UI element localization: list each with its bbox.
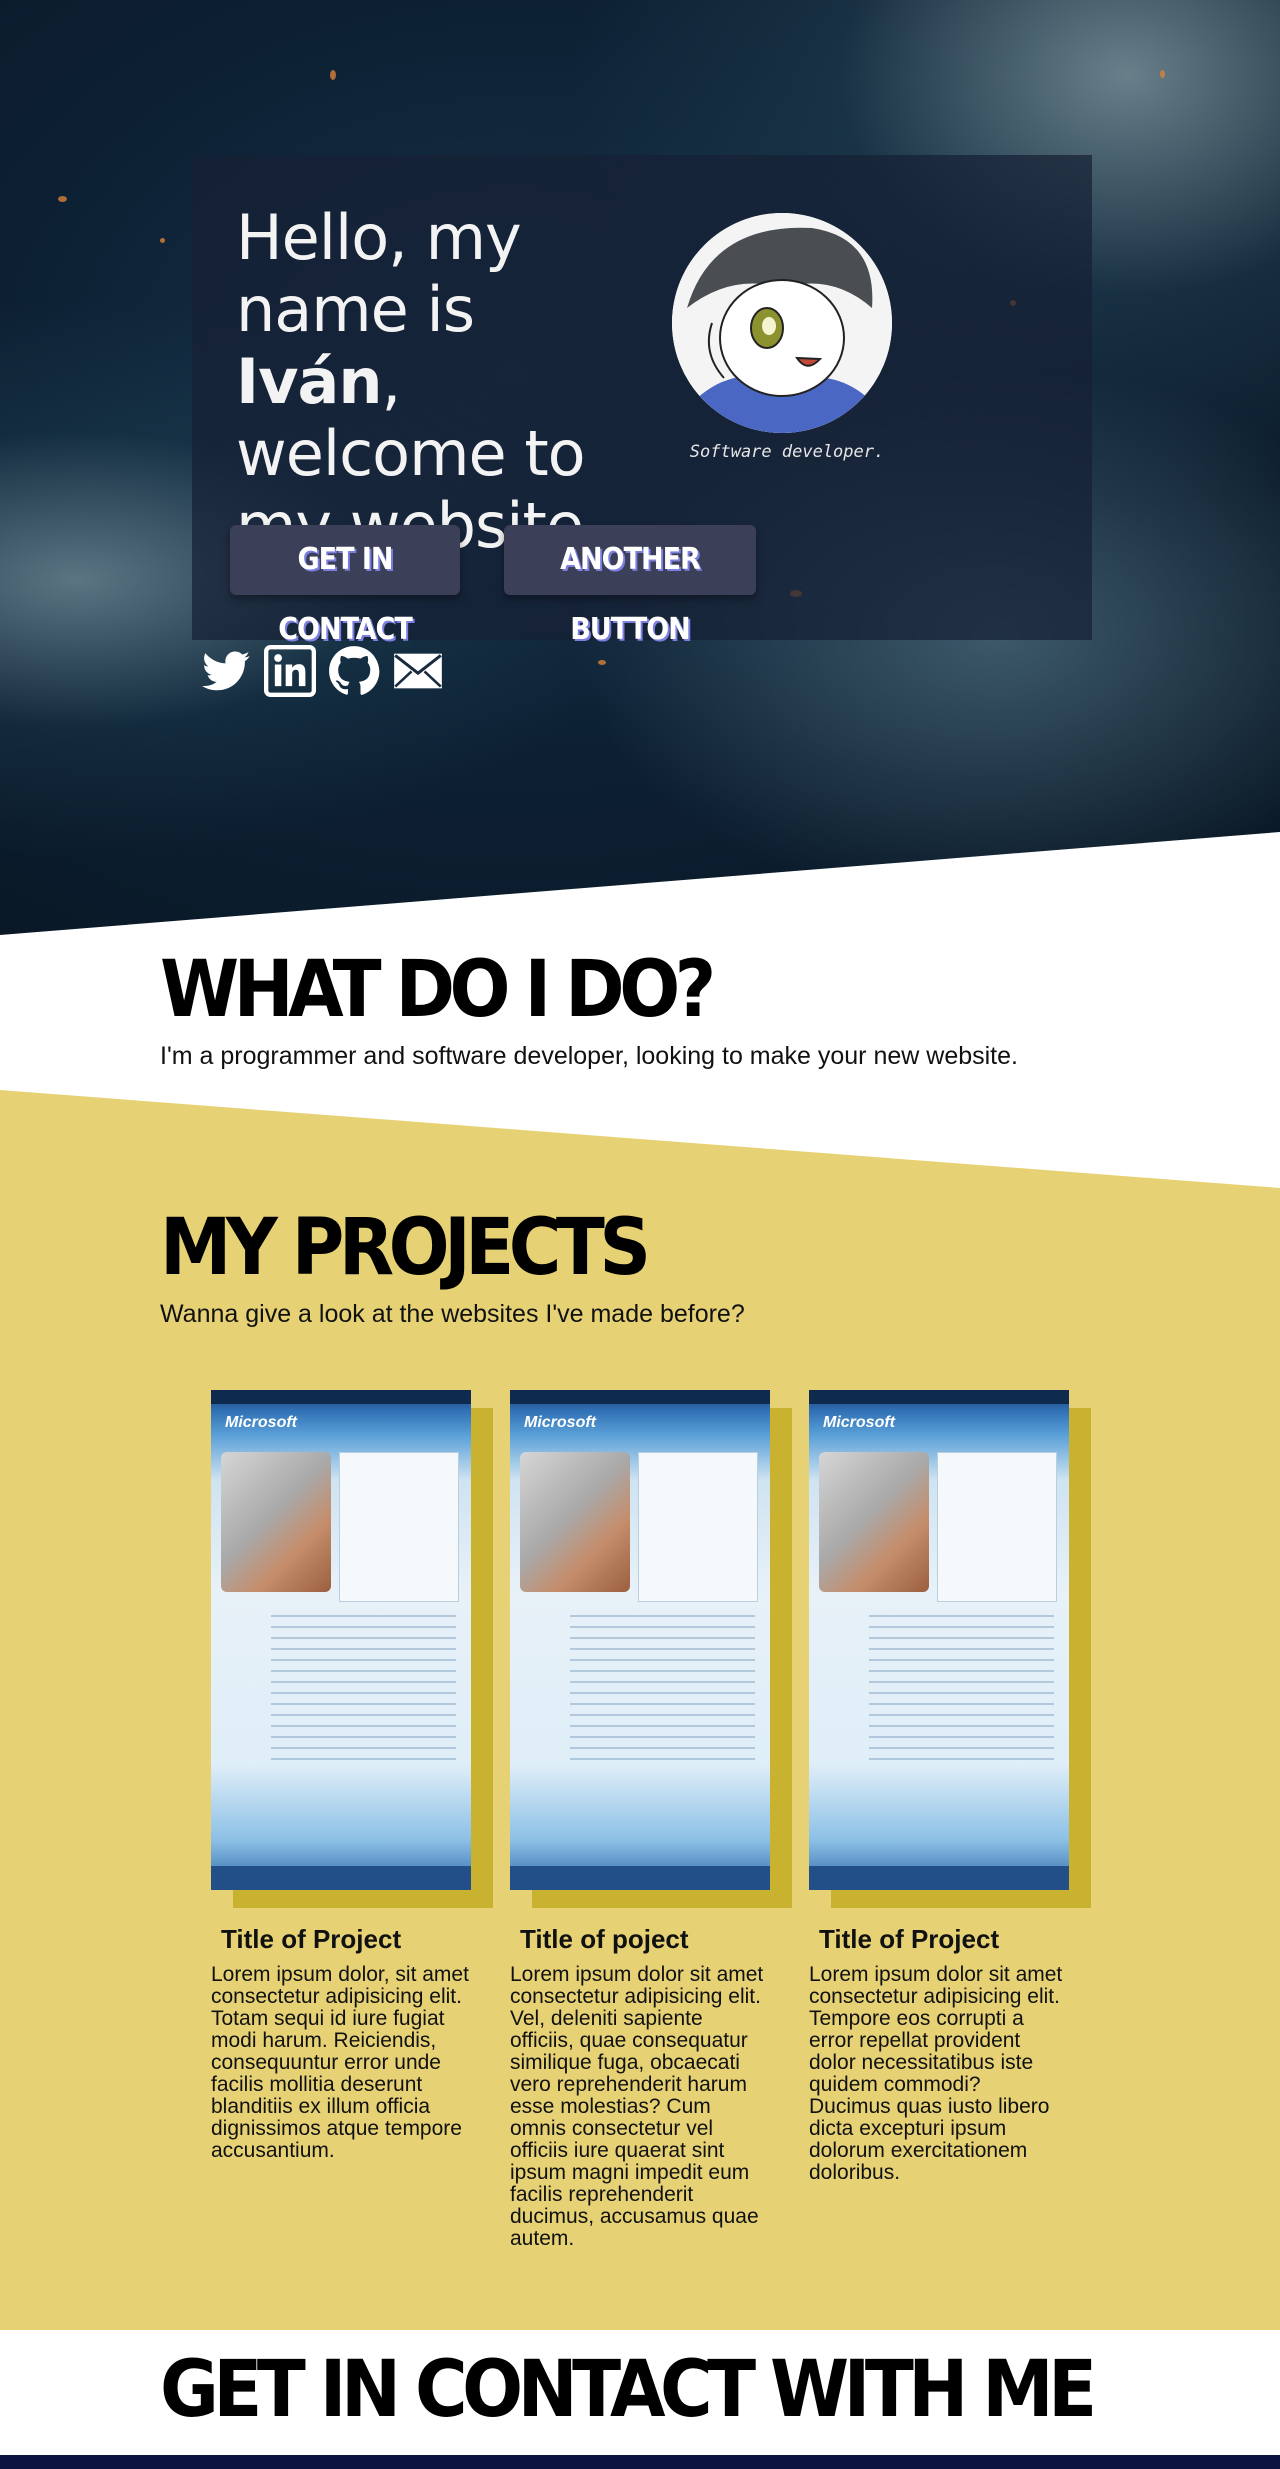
avatar xyxy=(672,213,892,433)
my-projects-title: MY PROJECTS xyxy=(160,1203,651,1293)
headline-text: Hello, my name is xyxy=(236,201,522,346)
thumbnail-topbar xyxy=(809,1390,1069,1404)
twitter-icon-graphic xyxy=(202,651,250,691)
thumbnail-panel xyxy=(339,1452,459,1602)
hero-tagline: Software developer. xyxy=(689,442,885,462)
project-thumbnail[interactable]: Microsoft xyxy=(510,1390,770,1890)
another-button[interactable]: ANOTHER BUTTON xyxy=(504,525,756,647)
thumbnail-logo: Microsoft xyxy=(225,1414,297,1431)
thumbnail-hero-image xyxy=(221,1452,331,1592)
project-description: Lorem ipsum dolor sit amet consectetur a… xyxy=(809,1963,1063,2184)
project-thumbnail[interactable]: Microsoft xyxy=(211,1390,471,1890)
hero-background-speck xyxy=(330,70,336,80)
project-title: Title of Project xyxy=(221,1924,402,1954)
project-title: Title of Project xyxy=(819,1924,1000,1954)
avatar-illustration xyxy=(672,213,892,433)
thumbnail-text-lines xyxy=(869,1615,1054,1765)
mail-icon-graphic xyxy=(394,653,442,689)
hero-background-speck xyxy=(160,238,165,243)
project-title: Title of poject xyxy=(520,1924,689,1954)
contact-section-bar xyxy=(0,2455,1280,2469)
hero-background-speck xyxy=(1160,70,1165,78)
project-thumbnail[interactable]: Microsoft xyxy=(809,1390,1069,1890)
thumbnail-text-lines xyxy=(271,1615,456,1765)
twitter-icon[interactable] xyxy=(200,645,252,697)
project-description: Lorem ipsum dolor, sit amet consectetur … xyxy=(211,1963,469,2162)
project-description: Lorem ipsum dolor sit amet consectetur a… xyxy=(510,1963,764,2250)
github-icon-graphic xyxy=(329,646,380,695)
get-in-contact-button[interactable]: GET IN CONTACT xyxy=(230,525,460,647)
hero-background-speck xyxy=(58,196,67,202)
thumbnail-topbar xyxy=(211,1390,471,1404)
hero-headline: Hello, my name is Iván, welcome to my we… xyxy=(236,202,656,562)
thumbnail-panel xyxy=(937,1452,1057,1602)
get-in-contact-title: GET IN CONTACT WITH ME xyxy=(160,2345,1097,2435)
thumbnail-footer xyxy=(510,1866,770,1890)
thumbnail-footer xyxy=(809,1866,1069,1890)
what-do-i-do-title: WHAT DO I DO? xyxy=(160,945,716,1035)
thumbnail-text-lines xyxy=(570,1615,755,1765)
thumbnail-panel xyxy=(638,1452,758,1602)
linkedin-icon[interactable] xyxy=(264,645,316,697)
github-icon[interactable] xyxy=(328,645,380,697)
linkedin-icon-graphic xyxy=(264,645,316,697)
my-projects-text: Wanna give a look at the websites I've m… xyxy=(160,1300,745,1328)
mail-icon[interactable] xyxy=(392,645,444,697)
thumbnail-logo: Microsoft xyxy=(823,1414,895,1431)
what-do-i-do-text: I'm a programmer and software developer,… xyxy=(160,1042,1018,1070)
thumbnail-topbar xyxy=(510,1390,770,1404)
thumbnail-hero-image xyxy=(819,1452,929,1592)
thumbnail-footer xyxy=(211,1866,471,1890)
headline-name: Iván xyxy=(236,345,382,418)
thumbnail-logo: Microsoft xyxy=(524,1414,596,1431)
thumbnail-hero-image xyxy=(520,1452,630,1592)
